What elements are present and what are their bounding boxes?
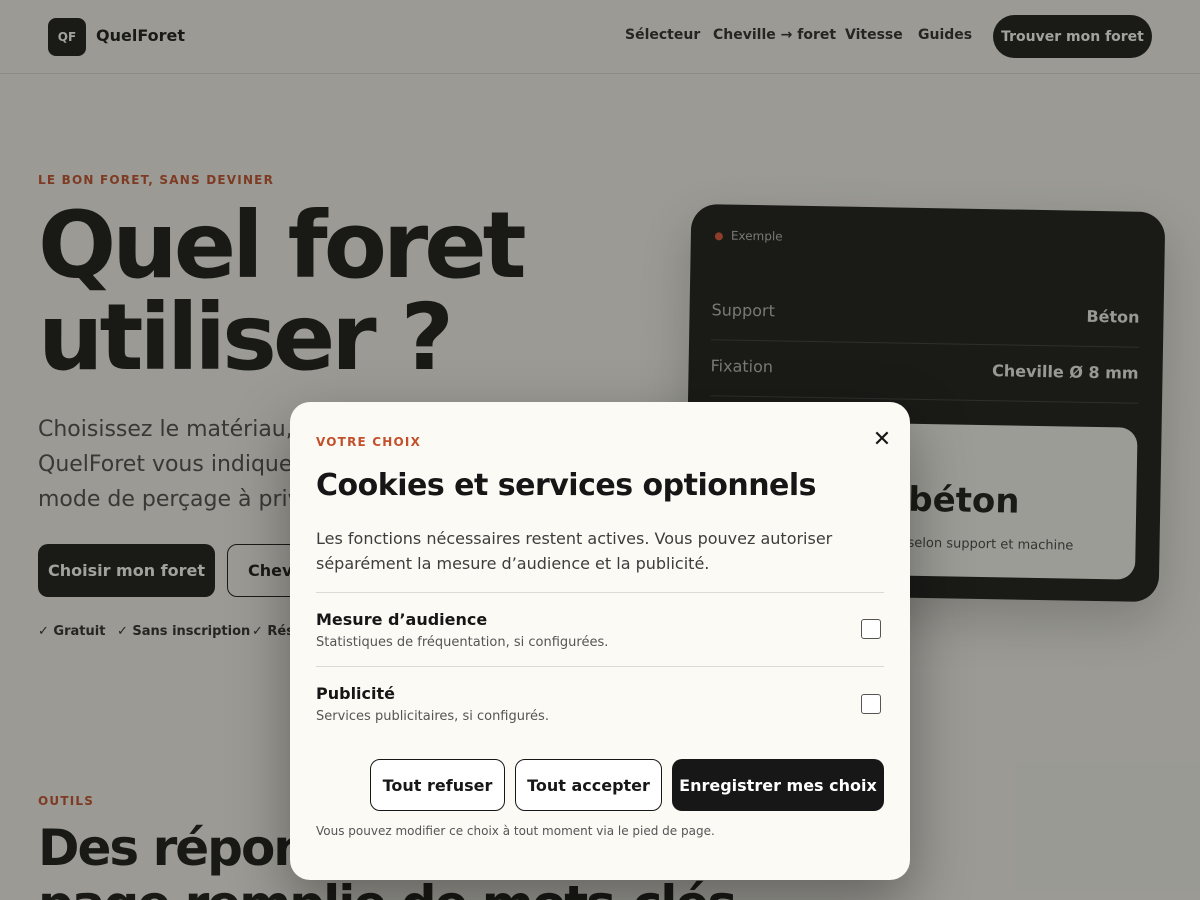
option-audience-label: Mesure d’audience — [316, 610, 488, 629]
dialog-title: Cookies et services optionnels — [316, 468, 817, 503]
dialog-eyebrow: VOTRE CHOIX — [316, 435, 422, 449]
accept-all-button[interactable]: Tout accepter — [515, 759, 662, 811]
divider — [316, 592, 884, 593]
option-audience-description: Statistiques de fréquentation, si config… — [316, 635, 609, 650]
dialog-description: Les fonctions nécessaires restent active… — [316, 529, 833, 573]
refuse-all-button[interactable]: Tout refuser — [370, 759, 505, 811]
close-icon[interactable]: ✕ — [868, 426, 896, 454]
divider — [316, 666, 884, 667]
dialog-footnote: Vous pouvez modifier ce choix à tout mom… — [316, 824, 715, 838]
ads-checkbox[interactable] — [861, 694, 881, 714]
audience-checkbox[interactable] — [861, 619, 881, 639]
save-choices-button[interactable]: Enregistrer mes choix — [672, 759, 884, 811]
option-ads-label: Publicité — [316, 684, 396, 703]
cookie-consent-dialog: VOTRE CHOIX ✕ Cookies et services option… — [290, 402, 910, 880]
option-ads-description: Services publicitaires, si configurés. — [316, 709, 549, 724]
